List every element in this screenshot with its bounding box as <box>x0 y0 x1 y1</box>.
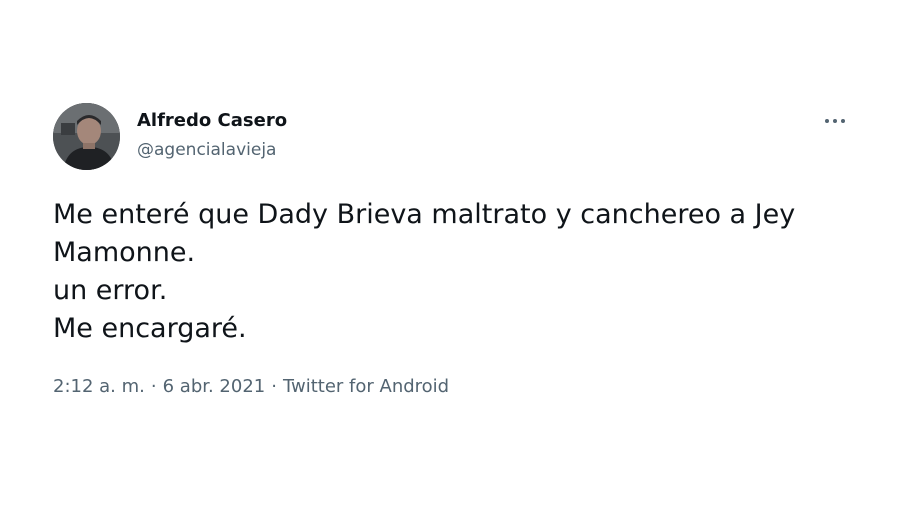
more-options-button[interactable] <box>820 111 850 131</box>
ellipsis-icon <box>825 119 829 123</box>
avatar[interactable] <box>53 103 120 170</box>
tweet-text-line: un error. <box>53 275 168 306</box>
tweet-text-line: Mamonne. <box>53 237 196 268</box>
author-display-name[interactable]: Alfredo Casero <box>137 110 287 131</box>
tweet-text: Me enteré que Dady Brieva maltrato y can… <box>53 196 873 348</box>
tweet-metadata: 2:12 a. m. · 6 abr. 2021 · Twitter for Andro… <box>53 376 449 397</box>
ellipsis-icon <box>841 119 845 123</box>
author-handle[interactable]: @agencialavieja <box>137 140 276 160</box>
ellipsis-icon <box>833 119 837 123</box>
tweet-date[interactable]: 6 abr. 2021 <box>163 376 266 397</box>
profile-photo-icon <box>53 103 120 170</box>
meta-separator: · <box>150 376 157 397</box>
tweet-source[interactable]: Twitter for Android <box>283 376 449 397</box>
tweet-text-line: Me enteré que Dady Brieva maltrato y can… <box>53 199 796 230</box>
tweet-time[interactable]: 2:12 a. m. <box>53 376 145 397</box>
tweet-text-line: Me encargaré. <box>53 313 247 344</box>
tweet-card: Alfredo Casero @agencialavieja Me enteré… <box>0 0 900 505</box>
meta-separator: · <box>271 376 277 397</box>
